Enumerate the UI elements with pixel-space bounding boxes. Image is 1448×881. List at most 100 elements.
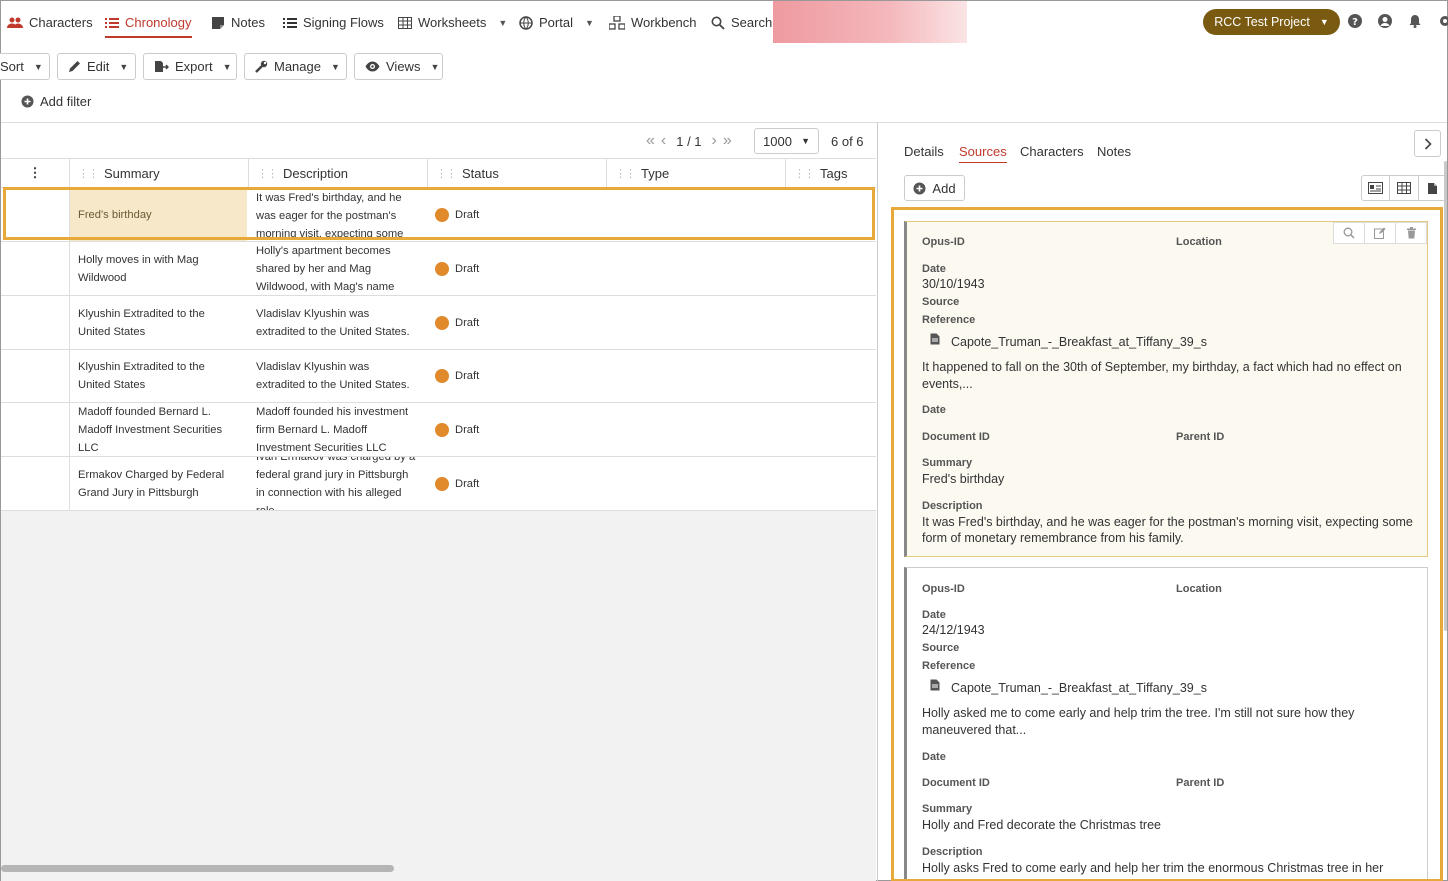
grid-header: ⋮ ⋮⋮ Summary ⋮⋮ Description ⋮⋮ Status ⋮⋮… bbox=[1, 158, 876, 188]
list-icon bbox=[283, 17, 297, 29]
nav-worksheets[interactable]: Worksheets ▼ bbox=[398, 1, 507, 44]
bell-icon[interactable] bbox=[1408, 14, 1424, 30]
drag-handle-icon[interactable]: ⋮⋮ bbox=[615, 167, 636, 180]
plus-circle-icon bbox=[21, 95, 34, 108]
nav-workbench-label: Workbench bbox=[631, 15, 697, 30]
column-header-summary[interactable]: ⋮⋮ Summary bbox=[69, 159, 248, 187]
views-button[interactable]: Views ▼ bbox=[354, 53, 443, 80]
description-cell: Vladislav Klyushin was extradited to the… bbox=[256, 361, 410, 391]
table-row[interactable]: Holly moves in with Mag Wildwood Holly's… bbox=[1, 242, 876, 296]
project-selector-button[interactable]: RCC Test Project ▼ bbox=[1203, 9, 1340, 35]
tab-characters[interactable]: Characters bbox=[1020, 144, 1084, 159]
chevron-down-icon: ▼ bbox=[330, 61, 340, 72]
page-size-select[interactable]: 1000 ▼ bbox=[754, 128, 819, 154]
summary-cell: Ermakov Charged by Federal Grand Jury in… bbox=[69, 457, 247, 510]
redacted-region bbox=[773, 1, 967, 43]
svg-text:?: ? bbox=[1352, 17, 1358, 28]
horizontal-scrollbar-thumb[interactable] bbox=[1, 865, 394, 872]
user-icon[interactable] bbox=[1378, 14, 1394, 30]
column-header-description[interactable]: ⋮⋮ Description bbox=[248, 159, 427, 187]
status-cell: Draft bbox=[427, 296, 605, 349]
tab-sources[interactable]: Sources bbox=[959, 144, 1007, 163]
vertical-scrollbar[interactable] bbox=[1444, 161, 1447, 631]
column-header-tags[interactable]: ⋮⋮ Tags bbox=[785, 159, 876, 187]
summary-cell: Klyushin Extradited to the United States bbox=[69, 296, 247, 349]
selected-row-highlight bbox=[3, 187, 875, 240]
column-header-label: Description bbox=[283, 165, 349, 181]
drag-handle-icon[interactable]: ⋮⋮ bbox=[436, 167, 457, 180]
row-menu-header[interactable]: ⋮ bbox=[1, 159, 69, 187]
first-page-icon[interactable]: « bbox=[646, 132, 655, 150]
description-cell: Ivan Ermakov was charged by a federal gr… bbox=[256, 457, 415, 510]
prev-page-icon[interactable]: ‹ bbox=[661, 132, 666, 150]
table-view-icon[interactable] bbox=[1389, 176, 1417, 200]
pencil-icon bbox=[68, 60, 81, 73]
next-page-icon[interactable]: › bbox=[712, 132, 717, 150]
table-row[interactable]: Madoff founded Bernard L. Madoff Investm… bbox=[1, 403, 876, 457]
settings-icon[interactable] bbox=[1437, 14, 1448, 30]
column-header-status[interactable]: ⋮⋮ Status bbox=[427, 159, 606, 187]
drag-handle-icon[interactable]: ⋮⋮ bbox=[257, 167, 278, 180]
nav-chronology-label: Chronology bbox=[125, 15, 192, 30]
export-label: Export bbox=[175, 59, 213, 74]
description-cell: Holly's apartment becomes shared by her … bbox=[256, 244, 395, 293]
description-cell: Vladislav Klyushin was extradited to the… bbox=[256, 307, 410, 338]
add-source-button[interactable]: Add bbox=[904, 175, 965, 201]
collapse-panel-button[interactable] bbox=[1414, 130, 1441, 157]
nav-worksheets-label: Worksheets bbox=[418, 15, 487, 30]
column-header-label: Status bbox=[462, 165, 499, 181]
drag-handle-icon[interactable]: ⋮⋮ bbox=[78, 167, 99, 180]
view-mode-toggle bbox=[1361, 175, 1447, 201]
column-header-type[interactable]: ⋮⋮ Type bbox=[606, 159, 785, 187]
tab-notes[interactable]: Notes bbox=[1097, 144, 1131, 159]
table-row[interactable]: Klyushin Extradited to the United States… bbox=[1, 296, 876, 350]
status-dot-icon bbox=[435, 476, 449, 491]
nav-chronology[interactable]: Chronology bbox=[105, 1, 192, 44]
nav-signing-flows[interactable]: Signing Flows bbox=[283, 1, 384, 44]
add-filter-button[interactable]: Add filter bbox=[21, 94, 91, 109]
status-cell: Draft bbox=[427, 242, 605, 295]
kebab-icon: ⋮ bbox=[28, 165, 42, 180]
drag-handle-icon[interactable]: ⋮⋮ bbox=[794, 167, 815, 180]
project-name: RCC Test Project bbox=[1214, 15, 1310, 29]
nav-workbench[interactable]: Workbench bbox=[609, 1, 697, 44]
chevron-down-icon: ▼ bbox=[119, 61, 129, 72]
add-filter-label: Add filter bbox=[40, 94, 92, 109]
document-view-icon[interactable] bbox=[1417, 176, 1446, 200]
panel-divider bbox=[877, 122, 878, 881]
sort-label: Sort bbox=[0, 59, 24, 74]
plus-circle-icon bbox=[913, 182, 926, 195]
manage-button[interactable]: Manage ▼ bbox=[244, 53, 347, 80]
list-icon bbox=[105, 17, 119, 29]
views-label: Views bbox=[386, 59, 421, 74]
status-cell: Draft bbox=[427, 403, 605, 456]
edit-button[interactable]: Edit ▼ bbox=[57, 53, 136, 80]
chevron-down-icon: ▼ bbox=[1319, 17, 1329, 27]
column-header-label: Tags bbox=[820, 165, 848, 181]
tab-details[interactable]: Details bbox=[904, 144, 944, 159]
table-row[interactable]: Klyushin Extradited to the United States… bbox=[1, 350, 876, 403]
table-row[interactable]: Ermakov Charged by Federal Grand Jury in… bbox=[1, 457, 876, 511]
nav-characters[interactable]: Characters bbox=[7, 1, 93, 44]
chevron-down-icon: ▼ bbox=[801, 136, 810, 146]
sort-button[interactable]: Sort ▼ bbox=[0, 53, 50, 80]
chevron-down-icon: ▼ bbox=[33, 61, 43, 72]
nav-characters-label: Characters bbox=[29, 15, 93, 30]
nav-notes[interactable]: Notes bbox=[211, 1, 265, 44]
last-page-icon[interactable]: » bbox=[723, 132, 732, 150]
status-dot-icon bbox=[435, 315, 449, 330]
description-cell: Madoff founded his investment firm Berna… bbox=[256, 405, 409, 454]
nav-search[interactable]: Search bbox=[711, 1, 772, 44]
chevron-down-icon: ▼ bbox=[498, 17, 508, 28]
status-dot-icon bbox=[435, 369, 449, 383]
users-icon bbox=[7, 16, 23, 30]
card-view-icon[interactable] bbox=[1362, 176, 1389, 200]
help-icon[interactable]: ? bbox=[1348, 14, 1364, 30]
status-label: Draft bbox=[455, 477, 480, 490]
nav-portal[interactable]: Portal ▼ bbox=[519, 1, 594, 44]
chevron-down-icon: ▼ bbox=[430, 61, 440, 72]
export-icon bbox=[154, 60, 169, 73]
manage-label: Manage bbox=[274, 59, 321, 74]
export-button[interactable]: Export ▼ bbox=[143, 53, 237, 80]
status-label: Draft bbox=[455, 423, 480, 436]
